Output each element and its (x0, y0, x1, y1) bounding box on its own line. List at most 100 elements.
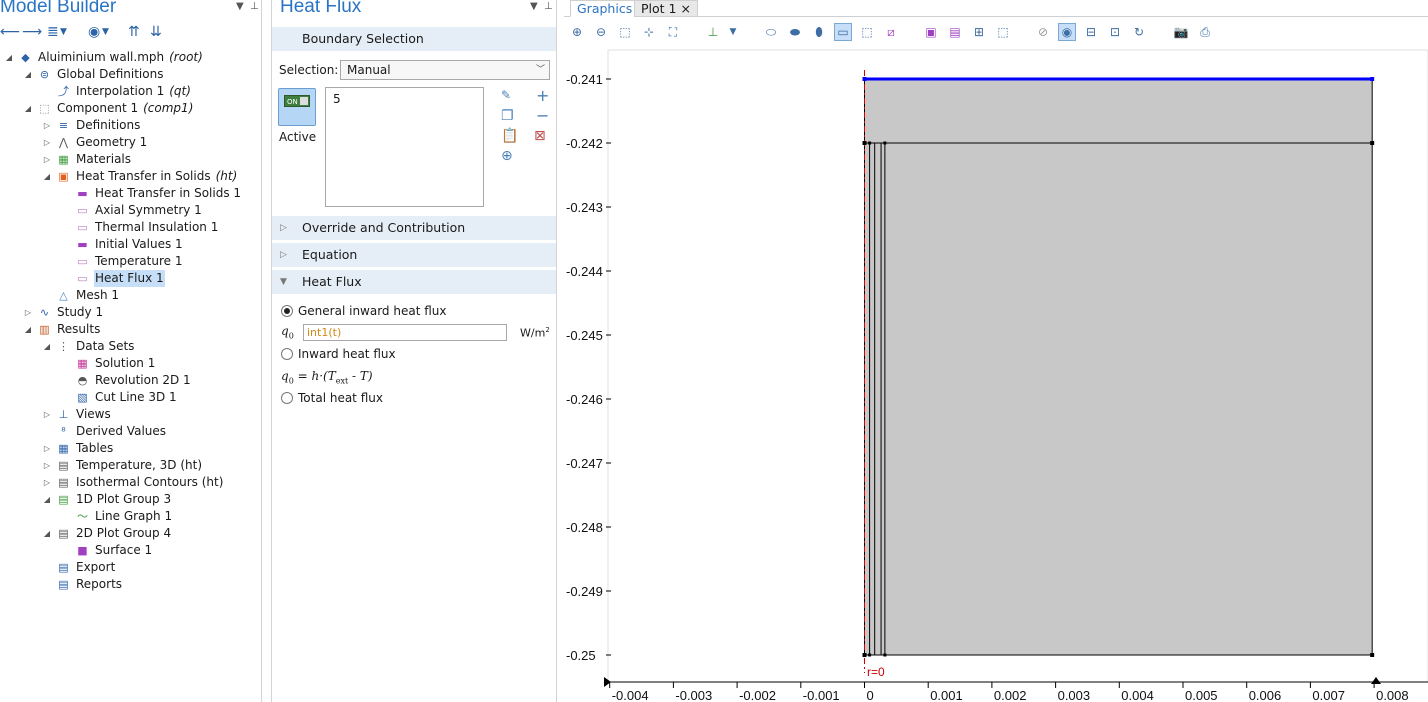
print-icon[interactable]: ⎙ (1196, 23, 1214, 41)
paste-icon[interactable]: 📋 (501, 128, 518, 144)
expand-toggle-icon[interactable]: ◢ (42, 525, 52, 542)
zoom-box-icon[interactable]: ⬚ (616, 23, 634, 41)
select-box-icon[interactable]: ⬚ (994, 23, 1012, 41)
tree-item[interactable]: ▤ Export (42, 559, 116, 576)
tree-item[interactable]: ▬ Heat Transfer in Solids 1 (61, 185, 242, 202)
scene-light-icon[interactable]: ⊡ (1106, 23, 1124, 41)
pane-menu-icon[interactable]: ▼ (236, 1, 244, 12)
tree-item[interactable]: ▷ ⋀ Geometry 1 (42, 134, 148, 151)
hide-icon[interactable]: ⊘ (1034, 23, 1052, 41)
create-selection-icon[interactable]: ▣ (922, 23, 940, 41)
tree-item[interactable]: ▷ ▤ Temperature, 3D (ht) (42, 457, 203, 474)
zoom-to-selection-icon[interactable]: ⊞ (970, 23, 988, 41)
chevron-down-icon[interactable]: ▼ (60, 23, 67, 41)
expand-toggle-icon[interactable]: ◢ (42, 491, 52, 508)
tree-item[interactable]: ◢ ▤ 1D Plot Group 3 (42, 491, 172, 508)
show-all-icon[interactable]: ◉ (1058, 23, 1076, 41)
selection-list[interactable]: 5 (325, 87, 484, 207)
collapse-toggle-icon[interactable]: ▷ (23, 304, 33, 321)
expand-toggle-icon[interactable]: ◢ (23, 66, 33, 83)
tree-item[interactable]: ◢ ▥ Results (23, 321, 101, 338)
expand-toggle-icon[interactable]: ◢ (23, 321, 33, 338)
clear-selection-icon[interactable]: ⊠ (534, 128, 546, 144)
active-toggle-button[interactable]: ON (278, 88, 316, 126)
tree-item[interactable]: ▧ Cut Line 3D 1 (61, 389, 178, 406)
tree-item[interactable]: ▬ Initial Values 1 (61, 236, 184, 253)
tree-item[interactable]: ▷ ⊥ Views (42, 406, 112, 423)
q0-input[interactable]: int1(t) (303, 324, 507, 341)
tree-item[interactable]: ◢ ◆ Aluiminium wall.mph (root) (4, 49, 203, 66)
tab-plot-1[interactable]: Plot 1 × (634, 0, 698, 17)
collapse-toggle-icon[interactable]: ▷ (42, 151, 52, 168)
paint-selection-icon[interactable]: ✎ (501, 88, 511, 102)
radio-general-heat-flux[interactable] (281, 305, 293, 317)
tab-graphics[interactable]: Graphics (570, 0, 640, 17)
expand-toggle-icon[interactable]: ◢ (23, 100, 33, 117)
pin-icon[interactable]: ⊥ (544, 1, 553, 12)
chevron-down-icon[interactable]: ▼ (724, 23, 742, 41)
tree-item[interactable]: ▷ ∿ Study 1 (23, 304, 104, 321)
tree-item[interactable]: ◢ ⊜ Global Definitions (23, 66, 164, 83)
add-icon[interactable]: + (536, 86, 549, 105)
tree-item[interactable]: ⤴ Interpolation 1 (qt) (42, 83, 191, 100)
collapse-toggle-icon[interactable]: ▷ (42, 134, 52, 151)
expand-toggle-icon[interactable]: ◢ (4, 49, 14, 66)
tree-item[interactable]: ▭ Temperature 1 (61, 253, 183, 270)
section-override-contribution[interactable]: ▷ Override and Contribution (272, 216, 556, 240)
tree-item[interactable]: ▷ ▦ Materials (42, 151, 132, 168)
zoom-extents-icon[interactable]: ⛶ (664, 23, 682, 41)
close-icon[interactable]: × (680, 1, 690, 16)
expand-toggle-icon[interactable]: ◢ (42, 168, 52, 185)
refresh-icon[interactable]: ↻ (1130, 23, 1148, 41)
axis-orientation-icon[interactable]: ⊥ (704, 23, 722, 41)
radio-total-heat-flux[interactable] (281, 392, 293, 404)
tree-item[interactable]: ⁸ Derived Values (42, 423, 167, 440)
tree-item[interactable]: ◢ ⬚ Component 1 (comp1) (23, 100, 193, 117)
zoom-selected-icon[interactable]: ⊕ (501, 148, 513, 164)
selection-list-icon[interactable]: ▤ (946, 23, 964, 41)
collapse-all-icon[interactable]: ⇊ (150, 23, 162, 41)
tree-item[interactable]: ▤ Reports (42, 576, 123, 593)
select-edges-icon[interactable]: ▭ (834, 23, 852, 41)
tree-item[interactable]: ▷ ▤ Isothermal Contours (ht) (42, 474, 224, 491)
zoom-selected-icon[interactable]: ⊹ (640, 23, 658, 41)
forward-arrow-icon[interactable]: ⟶ (22, 23, 42, 41)
tree-item[interactable]: ▷ ≡ Definitions (42, 117, 141, 134)
zoom-in-icon[interactable]: ⊕ (568, 23, 586, 41)
tree-item[interactable]: ◢ ▤ 2D Plot Group 4 (42, 525, 172, 542)
tree-item[interactable]: ▭ Thermal Insulation 1 (61, 219, 219, 236)
tree-item[interactable]: ▦ Solution 1 (61, 355, 156, 372)
tree-item[interactable]: ◓ Revolution 2D 1 (61, 372, 192, 389)
tree-item[interactable]: ◢ ▣ Heat Transfer in Solids (ht) (42, 168, 237, 185)
tree-item[interactable]: ◢ ⋮ Data Sets (42, 338, 135, 355)
collapse-toggle-icon[interactable]: ▷ (42, 474, 52, 491)
tree-item[interactable]: 〜 Line Graph 1 (61, 508, 173, 525)
copy-icon[interactable]: ❐ (501, 108, 514, 124)
section-boundary-selection[interactable]: Boundary Selection (272, 27, 556, 51)
tree-item[interactable]: ▭ Axial Symmetry 1 (61, 202, 203, 219)
back-arrow-icon[interactable]: ⟵ (0, 23, 20, 41)
collapse-toggle-icon[interactable]: ▷ (42, 457, 52, 474)
section-heat-flux[interactable]: ▼ Heat Flux (272, 270, 556, 294)
select-objects-icon[interactable]: ⬭ (762, 23, 780, 41)
list-options-icon[interactable]: ≣ (47, 23, 59, 41)
select-boundaries-icon[interactable]: ⬮ (810, 23, 828, 41)
collapse-toggle-icon[interactable]: ▷ (42, 440, 52, 457)
pin-icon[interactable]: ⊥ (250, 1, 259, 12)
tree-item[interactable]: ■ Surface 1 (61, 542, 153, 559)
select-points-icon[interactable]: ⬚ (858, 23, 876, 41)
radio-inward-heat-flux[interactable] (281, 348, 293, 360)
zoom-out-icon[interactable]: ⊖ (592, 23, 610, 41)
remove-icon[interactable]: − (536, 106, 549, 125)
graphics-canvas[interactable]: -0.241 -0.242 -0.243 -0.244 -0.245 -0.246 -0.2… (564, 45, 1428, 702)
tree-item[interactable]: ▭ Heat Flux 1 (61, 270, 165, 287)
collapse-toggle-icon[interactable]: ▷ (42, 117, 52, 134)
section-equation[interactable]: ▷ Equation (272, 243, 556, 267)
select-domains-icon[interactable]: ⬬ (786, 23, 804, 41)
selection-dropdown[interactable]: Manual ﹀ (340, 60, 550, 80)
expand-toggle-icon[interactable]: ◢ (42, 338, 52, 355)
pane-menu-icon[interactable]: ▼ (530, 1, 538, 12)
tree-item[interactable]: △ Mesh 1 (42, 287, 120, 304)
wireframe-icon[interactable]: ⊟ (1082, 23, 1100, 41)
chevron-down-icon[interactable]: ▼ (102, 23, 109, 41)
